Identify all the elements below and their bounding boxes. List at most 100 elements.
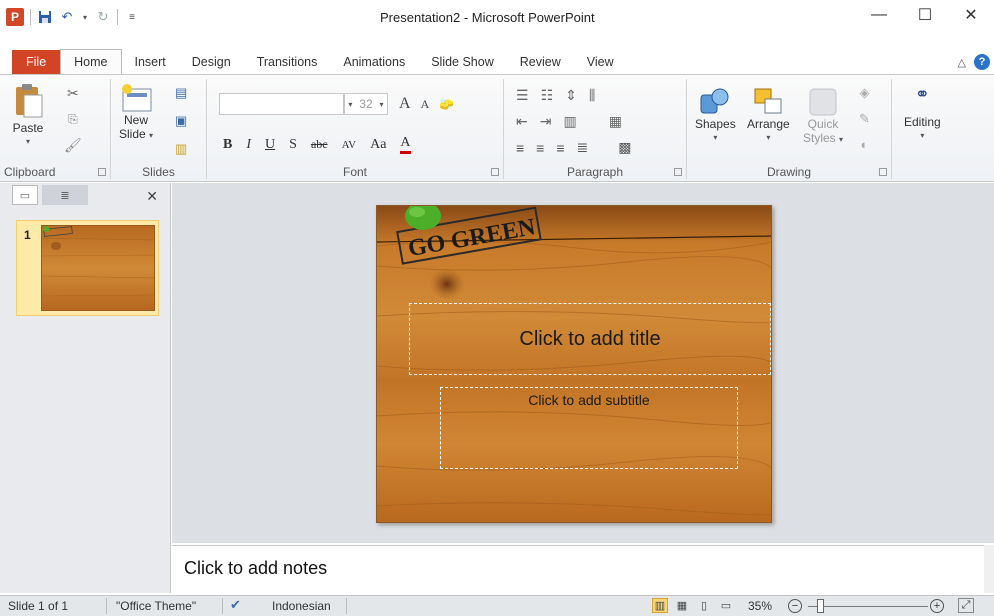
minimize-ribbon-icon[interactable]: △ <box>958 56 966 69</box>
tab-animations[interactable]: Animations <box>330 50 418 74</box>
normal-view-icon[interactable]: ▥ <box>652 598 668 613</box>
font-size-value: 32 <box>359 97 373 111</box>
quick-styles-button[interactable]: Quick Styles ▾ <box>803 87 843 147</box>
shadow-button[interactable]: S <box>289 137 297 153</box>
tab-design[interactable]: Design <box>179 50 244 74</box>
reset-icon[interactable]: ▣ <box>175 113 187 129</box>
tab-home[interactable]: Home <box>60 49 122 74</box>
theme-name: "Office Theme" <box>116 599 197 613</box>
shape-outline-icon[interactable]: ✎ <box>859 111 870 127</box>
paste-button[interactable]: Paste ▾ <box>12 81 44 149</box>
cut-icon[interactable]: ✂ <box>67 85 79 102</box>
char-spacing-button[interactable]: AV <box>342 139 356 151</box>
increase-indent-icon[interactable]: ⇥ <box>540 113 552 130</box>
zoom-out-icon[interactable]: − <box>788 599 802 613</box>
zoom-in-icon[interactable]: + <box>930 599 944 613</box>
notes-scrollbar[interactable] <box>984 545 994 593</box>
line-spacing-icon[interactable]: ⇕ <box>565 87 577 104</box>
font-color-button[interactable]: A <box>400 135 411 154</box>
maximize-button[interactable]: ☐ <box>902 0 948 30</box>
minimize-button[interactable]: — <box>856 0 902 30</box>
justify-icon[interactable]: ≣ <box>577 139 589 156</box>
drawing-launcher-icon[interactable] <box>879 168 887 176</box>
ribbon-tabs: File Home Insert Design Transitions Anim… <box>0 49 994 74</box>
tab-file[interactable]: File <box>12 50 61 74</box>
clear-formatting-icon[interactable]: 🧽 <box>439 97 454 111</box>
shrink-font-icon[interactable]: A <box>421 97 430 112</box>
outline-tab-icon[interactable]: ≣ <box>42 185 88 205</box>
tab-insert[interactable]: Insert <box>122 50 179 74</box>
align-right-icon[interactable]: ≡ <box>556 140 564 156</box>
close-button[interactable]: ✕ <box>948 0 994 30</box>
grow-font-icon[interactable]: A <box>399 95 411 113</box>
slide-thumbnail[interactable] <box>41 225 155 311</box>
notes-pane[interactable]: Click to add notes <box>172 545 994 593</box>
tab-view[interactable]: View <box>574 50 627 74</box>
save-icon[interactable] <box>37 9 53 25</box>
align-text-icon[interactable]: ▦ <box>609 113 622 130</box>
copy-icon[interactable]: ⎘ <box>68 112 78 127</box>
title-placeholder[interactable]: Click to add title <box>409 303 771 375</box>
paragraph-launcher-icon[interactable] <box>674 168 682 176</box>
bullets-icon[interactable]: ☰ <box>516 87 529 104</box>
slides-group: New Slide ▾ ▤ ▣ ▥ Slides <box>111 79 207 179</box>
decrease-indent-icon[interactable]: ⇤ <box>516 113 528 130</box>
tab-review[interactable]: Review <box>507 50 574 74</box>
shapes-button[interactable]: Shapes ▾ <box>695 87 736 145</box>
tab-slide-show[interactable]: Slide Show <box>418 50 507 74</box>
font-size-box[interactable]: ▾ 32 ▾ <box>344 93 388 115</box>
notes-placeholder[interactable]: Click to add notes <box>184 558 327 579</box>
slides-tab-icon[interactable]: ▭ <box>12 185 38 205</box>
layout-icon[interactable]: ▤ <box>175 85 187 101</box>
columns-icon[interactable]: ▥ <box>563 113 576 130</box>
bold-button[interactable]: B <box>223 137 232 153</box>
subtitle-placeholder[interactable]: Click to add subtitle <box>440 387 738 469</box>
reading-view-icon[interactable]: ▯ <box>696 598 712 613</box>
paste-icon <box>16 84 43 118</box>
section-icon[interactable]: ▥ <box>175 141 187 157</box>
shape-effects-icon[interactable]: ◐ <box>861 137 869 152</box>
panel-close-icon[interactable]: ✕ <box>146 188 158 205</box>
align-center-icon[interactable]: ≡ <box>536 140 544 156</box>
spell-check-icon[interactable]: ✔ <box>230 597 241 613</box>
redo-icon[interactable]: ↻ <box>95 9 111 25</box>
binoculars-icon: ⚭ <box>914 84 930 104</box>
quick-styles-label: Quick <box>807 117 839 131</box>
align-left-icon[interactable]: ≡ <box>516 140 524 156</box>
title-placeholder-text: Click to add title <box>519 327 661 350</box>
undo-dropdown-icon[interactable]: ▾ <box>81 9 89 25</box>
zoom-slider-thumb[interactable] <box>817 599 824 613</box>
underline-button[interactable]: U <box>265 137 275 153</box>
smartart-icon[interactable]: ▩ <box>618 139 631 156</box>
font-launcher-icon[interactable] <box>491 168 499 176</box>
paste-dropdown-icon[interactable]: ▾ <box>26 135 30 149</box>
new-slide-button[interactable]: New Slide ▾ <box>119 83 153 143</box>
italic-button[interactable]: I <box>246 137 251 153</box>
shape-fill-icon[interactable]: ◈ <box>859 85 869 101</box>
slide-sorter-view-icon[interactable]: ▦ <box>674 598 690 613</box>
change-case-button[interactable]: Aa <box>370 137 386 153</box>
editing-button[interactable]: ⚭ Editing ▾ <box>904 84 941 143</box>
fit-to-window-icon[interactable]: ⤢ <box>958 598 974 613</box>
zoom-level[interactable]: 35% <box>748 599 772 613</box>
powerpoint-logo-icon[interactable]: P <box>6 8 24 26</box>
slide-count: Slide 1 of 1 <box>8 599 69 613</box>
language[interactable]: Indonesian <box>272 599 331 613</box>
new-slide-label: New <box>124 113 149 127</box>
numbering-icon[interactable]: ☷ <box>541 87 554 104</box>
slide-show-view-icon[interactable]: ▭ <box>718 598 734 613</box>
slide-canvas[interactable]: GO GREEN Click to add title Click to add… <box>376 205 772 523</box>
undo-icon[interactable]: ↶ <box>59 9 75 25</box>
customize-qat-icon[interactable]: ≡ <box>124 9 140 25</box>
paste-label: Paste <box>12 121 44 135</box>
text-direction-icon[interactable]: ⫼ <box>589 87 595 104</box>
help-icon[interactable]: ? <box>974 54 990 70</box>
font-name-box[interactable] <box>219 93 344 115</box>
strikethrough-button[interactable]: abc <box>311 137 328 152</box>
tab-transitions[interactable]: Transitions <box>244 50 331 74</box>
arrange-button[interactable]: Arrange ▾ <box>747 87 790 145</box>
slide-thumbnail-row[interactable]: 1 <box>16 220 159 316</box>
zoom-slider-track[interactable] <box>808 606 928 607</box>
clipboard-launcher-icon[interactable] <box>98 168 106 176</box>
format-painter-icon[interactable]: 🖌 <box>64 137 82 154</box>
